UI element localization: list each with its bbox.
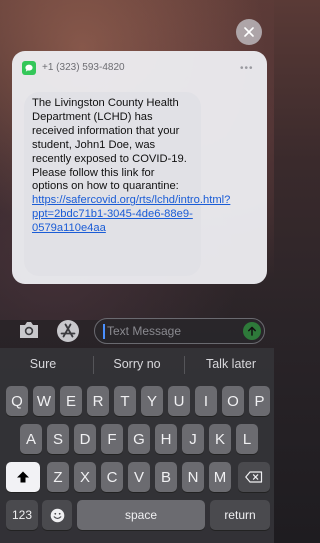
predictive-bar: Sure Sorry no Talk later: [0, 348, 274, 382]
key-c[interactable]: C: [101, 462, 123, 492]
key-p[interactable]: P: [249, 386, 270, 416]
delete-key[interactable]: [238, 462, 270, 492]
message-bubble[interactable]: The Livingston County Health Department …: [24, 92, 230, 276]
key-x[interactable]: X: [74, 462, 96, 492]
key-l[interactable]: L: [236, 424, 258, 454]
message-input-placeholder: Text Message: [107, 324, 182, 338]
key-s[interactable]: S: [47, 424, 69, 454]
close-icon: [244, 27, 254, 37]
sender-phone-number: +1 (323) 593-4820: [42, 62, 125, 73]
arrow-up-icon: [248, 326, 256, 336]
key-g[interactable]: G: [128, 424, 150, 454]
emoji-icon: [50, 508, 64, 522]
messages-app-icon: [22, 61, 36, 75]
shift-key[interactable]: [6, 462, 40, 492]
emoji-key[interactable]: [42, 500, 72, 530]
return-key[interactable]: return: [210, 500, 270, 530]
key-t[interactable]: T: [114, 386, 136, 416]
compose-bar: Text Message: [0, 314, 274, 348]
shift-icon: [17, 471, 29, 483]
message-input[interactable]: Text Message: [94, 318, 265, 344]
key-r[interactable]: R: [87, 386, 109, 416]
suggestion-1[interactable]: Sure: [10, 357, 76, 371]
space-key[interactable]: space: [77, 500, 205, 530]
key-i[interactable]: I: [195, 386, 217, 416]
key-j[interactable]: J: [182, 424, 204, 454]
keyboard: Sure Sorry no Talk later Q W E R T Y U I…: [0, 348, 274, 543]
suggestion-2[interactable]: Sorry no: [104, 357, 170, 371]
text-cursor: [103, 324, 105, 339]
key-z[interactable]: Z: [47, 462, 69, 492]
send-button[interactable]: [243, 322, 261, 340]
key-u[interactable]: U: [168, 386, 190, 416]
backspace-icon: [245, 471, 263, 483]
notification-header: +1 (323) 593-4820 •••: [12, 51, 267, 81]
key-v[interactable]: V: [128, 462, 150, 492]
more-options-icon[interactable]: •••: [240, 63, 254, 74]
key-e[interactable]: E: [60, 386, 82, 416]
message-notification[interactable]: +1 (323) 593-4820 ••• The Livingston Cou…: [12, 51, 267, 284]
key-a[interactable]: A: [20, 424, 42, 454]
key-f[interactable]: F: [101, 424, 123, 454]
key-b[interactable]: B: [155, 462, 177, 492]
suggestion-divider: [93, 356, 94, 374]
message-text: The Livingston County Health Department …: [32, 97, 187, 193]
suggestion-3[interactable]: Talk later: [194, 357, 268, 371]
close-button[interactable]: [236, 19, 262, 45]
suggestion-divider: [184, 356, 185, 374]
quarantine-link[interactable]: https://safercovid.org/rts/lchd/intro.ht…: [32, 194, 230, 234]
key-m[interactable]: M: [209, 462, 231, 492]
key-o[interactable]: O: [222, 386, 244, 416]
key-h[interactable]: H: [155, 424, 177, 454]
key-d[interactable]: D: [74, 424, 96, 454]
key-y[interactable]: Y: [141, 386, 163, 416]
numbers-key[interactable]: 123: [6, 500, 38, 530]
key-w[interactable]: W: [33, 386, 55, 416]
key-k[interactable]: K: [209, 424, 231, 454]
camera-icon[interactable]: [18, 320, 40, 340]
key-q[interactable]: Q: [6, 386, 28, 416]
key-n[interactable]: N: [182, 462, 204, 492]
app-store-icon[interactable]: [56, 319, 80, 343]
